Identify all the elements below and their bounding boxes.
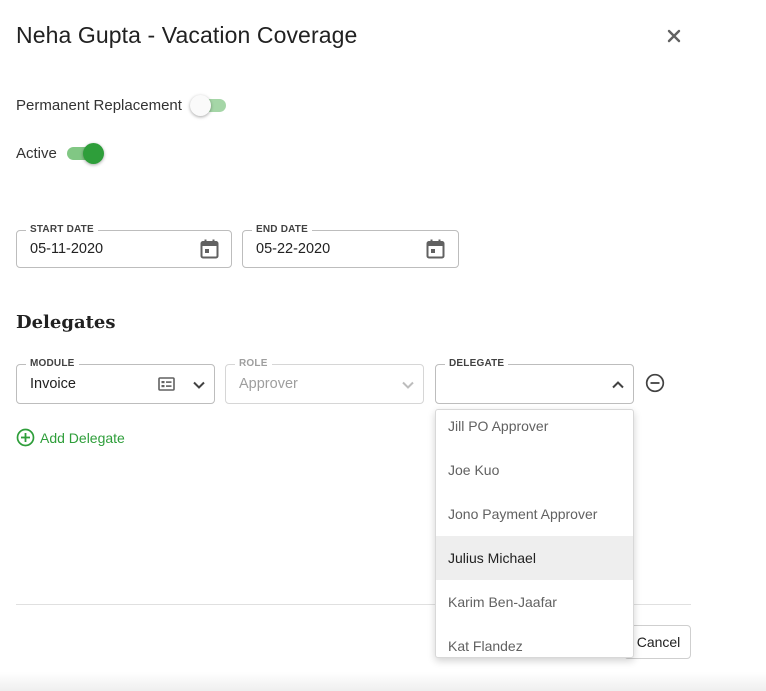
chevron-down-icon <box>191 377 207 393</box>
dropdown-option[interactable]: Julius Michael <box>436 536 633 580</box>
close-icon <box>667 29 681 43</box>
permanent-replacement-label: Permanent Replacement <box>16 96 182 114</box>
delegate-dropdown-menu: Jill PO Approver Joe Kuo Jono Payment Ap… <box>435 409 634 658</box>
module-select[interactable]: MODULE Invoice <box>16 358 215 404</box>
toggle-thumb <box>189 95 211 116</box>
active-label: Active <box>16 144 57 162</box>
add-delegate-button[interactable]: Add Delegate <box>16 428 125 447</box>
start-date-label: START DATE <box>26 224 98 235</box>
remove-circle-icon <box>645 373 665 393</box>
role-select[interactable]: ROLE Approver <box>225 358 424 404</box>
delegates-heading: Delegates <box>16 312 116 333</box>
dropdown-option[interactable]: Kat Flandez <box>436 624 633 657</box>
role-value: Approver <box>239 376 298 392</box>
dropdown-option[interactable]: Jill PO Approver <box>436 410 633 448</box>
permanent-replacement-row: Permanent Replacement <box>16 94 228 116</box>
start-date-field[interactable]: START DATE 05-11-2020 <box>16 224 232 268</box>
add-delegate-label: Add Delegate <box>40 429 125 446</box>
calendar-icon[interactable] <box>425 239 445 259</box>
close-button[interactable] <box>662 24 686 48</box>
dropdown-option[interactable]: Jono Payment Approver <box>436 492 633 536</box>
permanent-replacement-toggle[interactable] <box>189 94 228 116</box>
add-circle-icon <box>16 428 35 447</box>
list-icon <box>157 376 175 392</box>
end-date-field[interactable]: END DATE 05-22-2020 <box>242 224 459 268</box>
toggle-thumb <box>82 143 104 164</box>
role-label: ROLE <box>235 358 272 369</box>
dropdown-option[interactable]: Karim Ben-Jaafar <box>436 580 633 624</box>
end-date-label: END DATE <box>252 224 312 235</box>
chevron-up-icon <box>610 377 626 393</box>
active-toggle[interactable] <box>65 142 104 164</box>
chevron-down-icon <box>400 377 416 393</box>
end-date-value: 05-22-2020 <box>256 241 331 257</box>
module-value: Invoice <box>30 376 76 392</box>
bottom-shade <box>0 672 766 691</box>
dialog-title: Neha Gupta - Vacation Coverage <box>16 22 358 48</box>
module-label: MODULE <box>26 358 79 369</box>
active-row: Active <box>16 142 104 164</box>
calendar-icon[interactable] <box>199 239 219 259</box>
cancel-button[interactable]: Cancel <box>624 625 691 659</box>
dropdown-options: Jill PO Approver Joe Kuo Jono Payment Ap… <box>436 410 633 657</box>
vacation-coverage-dialog: Neha Gupta - Vacation Coverage Permanent… <box>0 0 766 691</box>
dropdown-option[interactable]: Joe Kuo <box>436 448 633 492</box>
remove-delegate-button[interactable] <box>644 372 666 394</box>
delegate-label: DELEGATE <box>445 358 509 369</box>
delegate-select[interactable]: DELEGATE <box>435 358 634 404</box>
start-date-value: 05-11-2020 <box>30 241 104 257</box>
